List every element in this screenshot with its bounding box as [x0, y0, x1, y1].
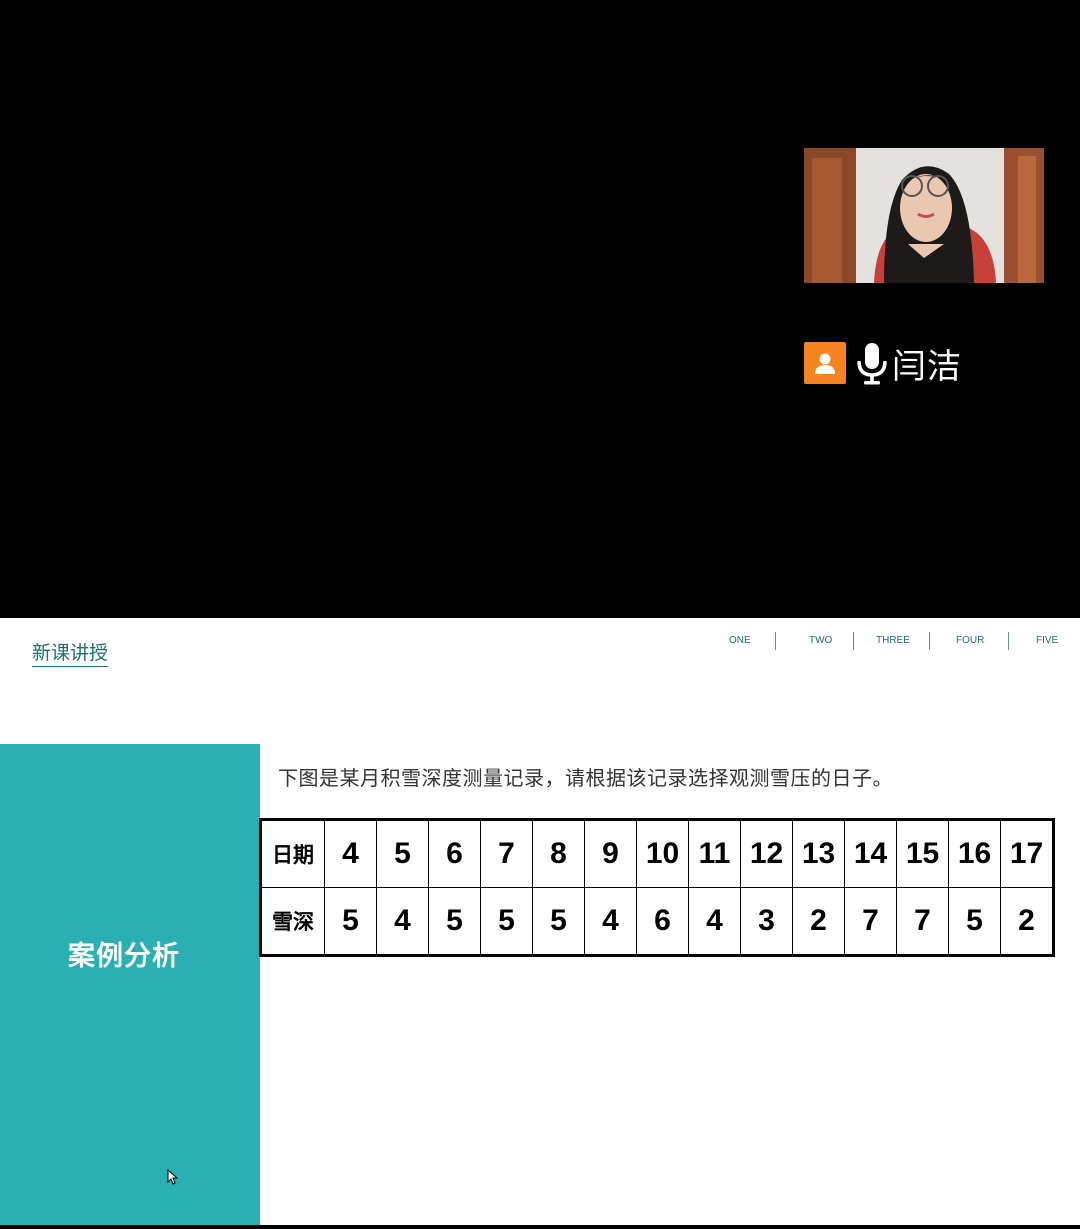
- mouse-cursor-icon: [167, 1169, 178, 1185]
- nav-item-one[interactable]: ONE: [729, 635, 751, 646]
- depth-cell: 5: [324, 887, 377, 956]
- person-icon: [815, 353, 835, 374]
- video-area: 闫洁: [0, 0, 1080, 618]
- depth-cell: 7: [896, 887, 949, 956]
- presentation-slide: 新课讲授 ONE TWO THREE FOUR FIVE 案例分析 下图是某月积…: [0, 618, 1080, 1225]
- avatar: [804, 342, 846, 384]
- depth-cell: 4: [584, 887, 637, 956]
- depth-cell: 5: [948, 887, 1001, 956]
- date-cell: 10: [636, 819, 689, 888]
- nav-divider: [929, 632, 930, 650]
- panel-title: 案例分析: [68, 941, 180, 972]
- date-cell: 8: [532, 819, 585, 888]
- slide-nav: ONE TWO THREE FOUR FIVE: [700, 632, 1070, 652]
- date-cell: 12: [740, 819, 793, 888]
- section-label: 新课讲授: [32, 638, 109, 667]
- nav-item-four[interactable]: FOUR: [956, 635, 984, 646]
- date-cell: 14: [844, 819, 897, 888]
- row-header-date: 日期: [260, 819, 325, 888]
- depth-cell: 3: [740, 887, 793, 956]
- date-cell: 9: [584, 819, 637, 888]
- table-row-depths: 雪深 5 4 5 5 5 4 6 4 3 2 7 7 5 2: [260, 887, 1054, 956]
- depth-cell: 5: [428, 887, 481, 956]
- participant-name: 闫洁: [892, 346, 962, 387]
- participant-label: 闫洁: [804, 340, 962, 387]
- depth-cell: 4: [376, 887, 429, 956]
- depth-cell: 4: [688, 887, 741, 956]
- date-cell: 16: [948, 819, 1001, 888]
- case-panel: 案例分析: [0, 744, 260, 1225]
- webcam-image: [804, 148, 1044, 283]
- depth-cell: 5: [480, 887, 533, 956]
- bottom-edge: [0, 1225, 1080, 1229]
- table-row-dates: 日期 4 5 6 7 8 9 10 11 12 13 14 15 16 17: [260, 819, 1054, 888]
- depth-cell: 2: [792, 887, 845, 956]
- webcam-feed[interactable]: [804, 148, 1044, 283]
- nav-divider: [1008, 632, 1009, 650]
- date-cell: 5: [376, 819, 429, 888]
- date-cell: 15: [896, 819, 949, 888]
- date-cell: 13: [792, 819, 845, 888]
- question-text: 下图是某月积雪深度测量记录，请根据该记录选择观测雪压的日子。: [278, 766, 893, 790]
- depth-cell: 7: [844, 887, 897, 956]
- date-cell: 11: [688, 819, 741, 888]
- depth-cell: 5: [532, 887, 585, 956]
- depth-cell: 2: [1000, 887, 1054, 956]
- date-cell: 7: [480, 819, 533, 888]
- nav-item-three[interactable]: THREE: [876, 635, 910, 646]
- depth-cell: 6: [636, 887, 689, 956]
- nav-item-five[interactable]: FIVE: [1036, 635, 1058, 646]
- date-cell: 6: [428, 819, 481, 888]
- nav-item-two[interactable]: TWO: [809, 635, 832, 646]
- microphone-icon[interactable]: [854, 341, 890, 385]
- nav-divider: [853, 632, 854, 650]
- nav-divider: [775, 632, 776, 650]
- snow-depth-table: 日期 4 5 6 7 8 9 10 11 12 13 14 15 16 17 雪…: [259, 818, 1055, 957]
- date-cell: 4: [324, 819, 377, 888]
- date-cell: 17: [1000, 819, 1054, 888]
- row-header-depth: 雪深: [260, 887, 325, 956]
